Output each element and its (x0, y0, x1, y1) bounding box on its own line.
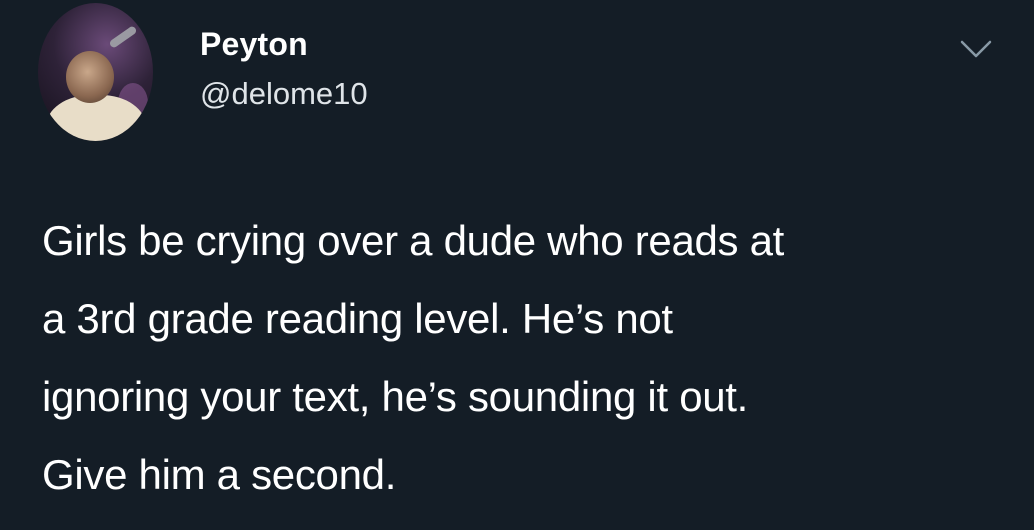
tweet-text-line: Girls be crying over a dude who reads at (42, 217, 785, 264)
tweet-text-line: ignoring your text, he’s sounding it out… (42, 373, 749, 420)
chevron-down-icon[interactable] (958, 36, 994, 62)
avatar-face (66, 51, 114, 103)
author-handle[interactable]: @delome10 (200, 76, 368, 112)
tweet-text: Girls be crying over a dude who reads at… (42, 202, 1022, 514)
tweet-text-line: a 3rd grade reading level. He’s not (42, 295, 673, 342)
author-avatar[interactable] (38, 3, 153, 141)
author-display-name[interactable]: Peyton (200, 26, 308, 63)
avatar-microphone (108, 25, 138, 49)
tweet-card: Peyton @delome10 Girls be crying over a … (0, 0, 1034, 530)
tweet-text-line: Give him a second. (42, 451, 397, 498)
